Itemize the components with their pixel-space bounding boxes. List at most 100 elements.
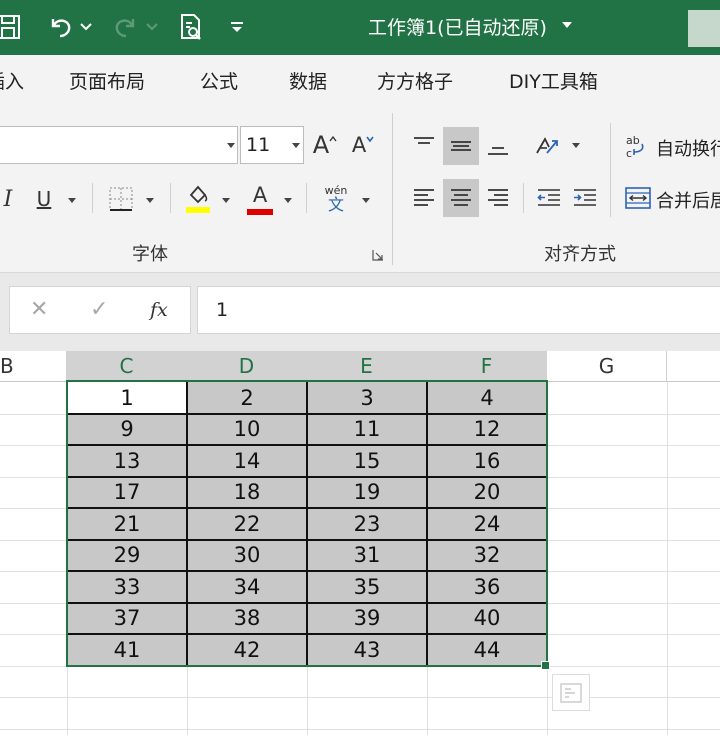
print-preview-icon[interactable] <box>174 8 208 46</box>
align-left-button[interactable] <box>406 179 442 217</box>
ribbon-tabs: 插入 页面布局 公式 数据 方方格子 DIY工具箱 <box>0 55 720 103</box>
quick-analysis-button[interactable] <box>552 674 590 711</box>
separator <box>170 183 171 213</box>
formula-input[interactable]: 1 <box>197 286 720 334</box>
fill-color-dropdown-icon[interactable] <box>222 198 230 203</box>
column-header-g[interactable]: G <box>547 351 667 382</box>
fill-color-button[interactable] <box>182 179 214 219</box>
title-dropdown-icon[interactable] <box>562 22 572 28</box>
align-center-button[interactable] <box>443 179 479 217</box>
increase-indent-button[interactable] <box>568 179 602 217</box>
increase-indent-icon <box>574 189 596 206</box>
borders-dropdown-icon[interactable] <box>146 198 154 203</box>
grow-font-icon: A <box>312 131 330 159</box>
align-left-icon <box>414 189 434 206</box>
search-box[interactable] <box>688 10 720 47</box>
wrap-text-label[interactable]: 自动换行 <box>656 135 720 161</box>
decrease-indent-icon <box>537 189 560 206</box>
tab-formulas[interactable]: 公式 <box>200 67 238 94</box>
fill-handle[interactable] <box>541 661 550 670</box>
cancel-icon[interactable]: ✕ <box>30 297 48 322</box>
column-header-b[interactable]: B <box>0 351 67 382</box>
font-name-combo[interactable] <box>0 126 238 164</box>
phonetic-dropdown-icon[interactable] <box>362 198 370 203</box>
gridline <box>667 382 668 735</box>
merge-center-icon[interactable] <box>622 181 654 215</box>
align-middle-icon <box>451 141 471 151</box>
formula-value: 1 <box>216 299 229 321</box>
underline-dropdown-icon[interactable] <box>68 198 76 203</box>
enter-icon[interactable]: ✓ <box>90 297 108 322</box>
italic-button[interactable]: I <box>0 181 16 217</box>
font-size-combo[interactable]: 11 <box>240 126 304 164</box>
redo-dropdown-icon[interactable] <box>144 8 160 46</box>
redo-icon[interactable] <box>108 8 144 46</box>
grow-font-button[interactable]: A <box>309 127 341 163</box>
svg-text:ab: ab <box>626 134 640 147</box>
undo-icon[interactable] <box>42 8 78 46</box>
underline-icon: U <box>36 187 52 211</box>
align-right-button[interactable] <box>480 179 516 217</box>
underline-button[interactable]: U <box>30 181 58 217</box>
gridline <box>0 697 720 698</box>
insert-function-icon[interactable]: fx <box>150 299 168 321</box>
tab-page-layout[interactable]: 页面布局 <box>69 67 145 94</box>
column-header-c[interactable]: C <box>67 351 187 382</box>
dialog-launcher-icon <box>372 250 383 261</box>
column-header-f[interactable]: F <box>427 351 547 382</box>
title-bar: 工作簿1(已自动还原) <box>0 0 720 55</box>
font-color-button[interactable]: A <box>244 179 276 219</box>
save-icon[interactable] <box>0 8 26 46</box>
gridline <box>0 728 720 730</box>
font-group-label: 字体 <box>132 244 168 265</box>
formula-buttons: ✕ ✓ fx <box>9 286 191 334</box>
merge-center-label[interactable]: 合并后居中 <box>656 187 720 213</box>
tab-diy-toolbox[interactable]: DIY工具箱 <box>509 67 598 94</box>
separator <box>523 183 524 213</box>
align-center-icon <box>451 189 471 206</box>
italic-icon: I <box>3 186 13 212</box>
wrap-text-icon[interactable]: ab c <box>622 129 654 163</box>
font-size-value: 11 <box>246 134 271 156</box>
decrease-indent-button[interactable] <box>532 179 566 217</box>
column-header-d[interactable]: D <box>187 351 307 382</box>
quick-analysis-icon <box>560 682 582 703</box>
font-color-swatch <box>247 208 273 215</box>
font-color-icon: A <box>252 182 268 207</box>
customize-qat-icon[interactable] <box>226 8 248 46</box>
group-separator <box>392 113 393 265</box>
separator <box>610 123 611 217</box>
borders-button[interactable] <box>104 181 138 217</box>
font-color-dropdown-icon[interactable] <box>284 198 292 203</box>
separator <box>306 183 307 213</box>
tab-fangfang[interactable]: 方方格子 <box>377 67 453 94</box>
svg-text:c: c <box>626 147 632 160</box>
column-header-e[interactable]: E <box>307 351 427 382</box>
phonetic-pinyin: wén <box>324 183 348 197</box>
column-header-h[interactable] <box>667 351 720 382</box>
orientation-dropdown-icon[interactable] <box>572 143 580 148</box>
chevron-down-icon[interactable] <box>227 143 235 148</box>
align-middle-button[interactable] <box>443 127 479 165</box>
align-right-icon <box>488 189 508 206</box>
align-bottom-icon <box>488 147 508 155</box>
shrink-font-icon: A <box>351 133 367 157</box>
formula-bar: ✕ ✓ fx 1 <box>0 273 720 351</box>
ribbon: 11 A A I U A wén 文 字体 ab c 自动换行 合并后居 对齐方… <box>0 103 720 273</box>
tab-insert[interactable]: 插入 <box>0 67 24 94</box>
align-top-icon <box>414 137 434 144</box>
phonetic-button[interactable]: wén 文 <box>320 181 352 217</box>
orientation-icon <box>536 137 558 154</box>
chevron-down-icon[interactable] <box>292 143 300 148</box>
undo-dropdown-icon[interactable] <box>78 8 94 46</box>
align-top-button[interactable] <box>406 127 442 165</box>
phonetic-icon: 文 <box>327 194 344 214</box>
document-title[interactable]: 工作簿1(已自动还原) <box>368 13 547 40</box>
selection-border <box>66 380 548 667</box>
shrink-font-button[interactable]: A <box>347 127 379 163</box>
font-dialog-launcher[interactable] <box>370 247 386 263</box>
align-bottom-button[interactable] <box>480 127 516 165</box>
orientation-button[interactable] <box>530 127 564 165</box>
tab-data[interactable]: 数据 <box>289 67 327 94</box>
borders-icon <box>109 187 133 211</box>
